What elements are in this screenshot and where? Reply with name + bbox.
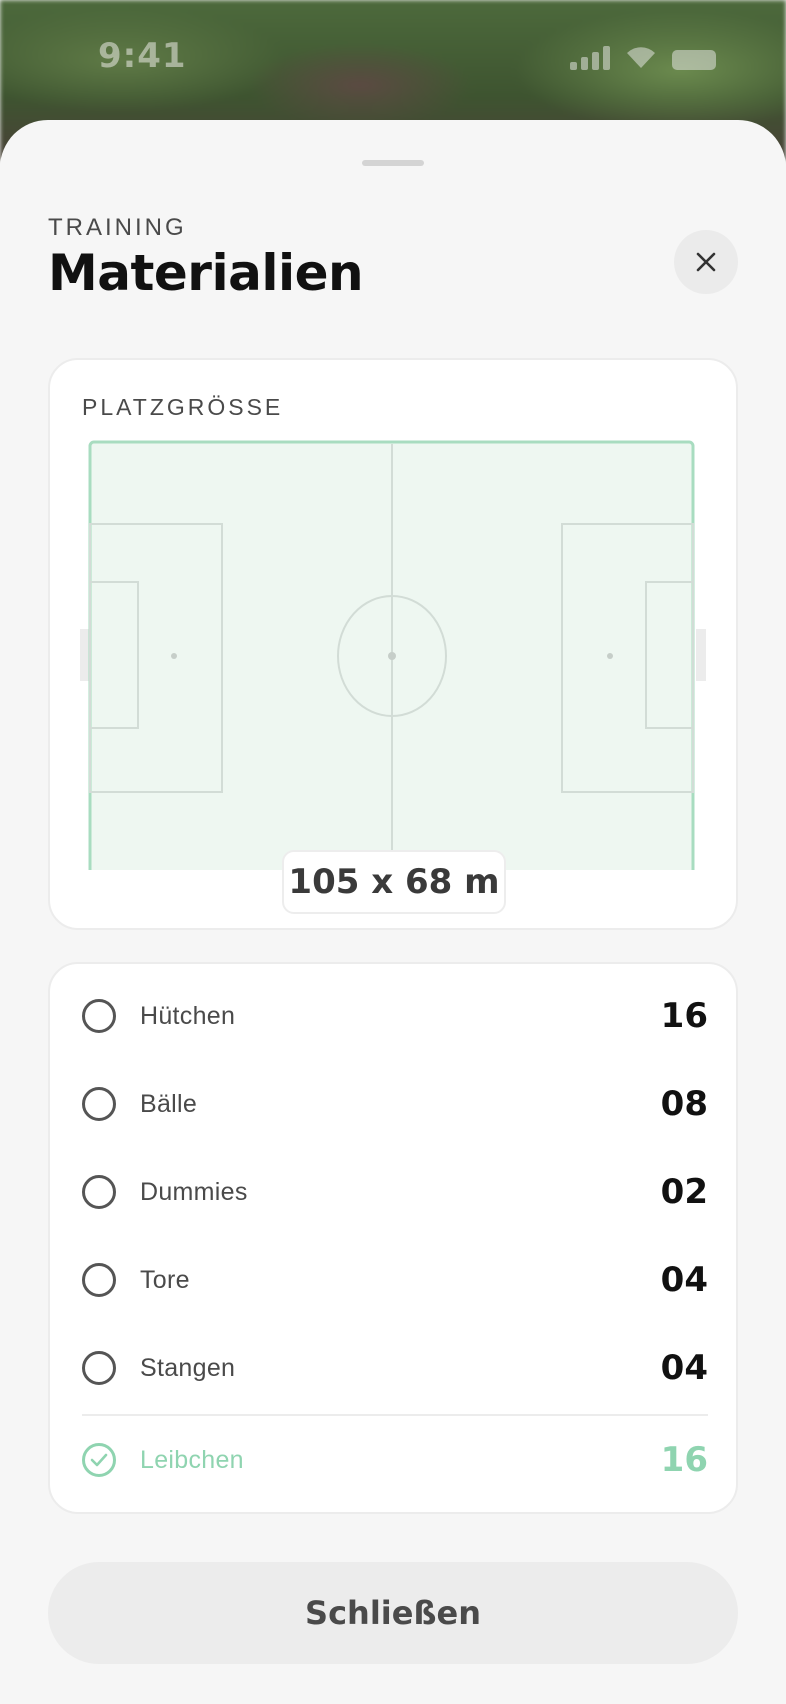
material-count: 02: [660, 1172, 708, 1212]
signal-icon: [570, 46, 610, 70]
radio-empty-icon[interactable]: [82, 1263, 116, 1297]
close-button[interactable]: [674, 230, 738, 294]
status-time: 9:41: [98, 36, 187, 76]
radio-empty-icon[interactable]: [82, 1175, 116, 1209]
list-item[interactable]: Stangen 04: [82, 1324, 708, 1412]
material-count: 16: [660, 1440, 708, 1480]
material-label: Bälle: [140, 1089, 198, 1118]
material-label: Tore: [140, 1265, 190, 1294]
pitch-size-card: PLATZGRÖSSE 105 x 68 m: [48, 358, 738, 930]
list-item[interactable]: Dummies 02: [82, 1148, 708, 1236]
close-sheet-button[interactable]: Schließen: [48, 1562, 738, 1664]
check-circle-icon[interactable]: [82, 1443, 116, 1477]
pitch-size-value: 105 x 68 m: [282, 850, 506, 914]
status-icons: [570, 44, 716, 70]
wifi-icon: [627, 47, 655, 68]
material-count: 04: [660, 1348, 708, 1388]
battery-icon: [672, 50, 716, 70]
material-count: 04: [660, 1260, 708, 1300]
list-item[interactable]: Bälle 08: [82, 1060, 708, 1148]
radio-empty-icon[interactable]: [82, 1087, 116, 1121]
sheet-drag-handle[interactable]: [362, 160, 424, 166]
material-count: 08: [660, 1084, 708, 1124]
pitch-size-label: PLATZGRÖSSE: [82, 394, 284, 420]
page-title: Materialien: [48, 244, 364, 302]
list-item[interactable]: Leibchen 16: [82, 1416, 708, 1504]
radio-empty-icon[interactable]: [82, 999, 116, 1033]
status-bar: 9:41: [0, 0, 786, 120]
right-goal: [696, 629, 706, 681]
material-label: Leibchen: [140, 1445, 244, 1474]
list-item[interactable]: Tore 04: [82, 1236, 708, 1324]
material-label: Stangen: [140, 1353, 236, 1382]
material-label: Dummies: [140, 1177, 248, 1206]
radio-empty-icon[interactable]: [82, 1351, 116, 1385]
bottom-sheet: TRAINING Materialien PLATZGRÖSSE 105 x 6…: [0, 120, 786, 1704]
material-label: Hütchen: [140, 1001, 236, 1030]
section-eyebrow: TRAINING: [48, 214, 187, 241]
materials-list-card: Hütchen 16 Bälle 08 Dummies 02 Tore 04 S…: [48, 962, 738, 1514]
close-icon: [696, 252, 716, 272]
list-item[interactable]: Hütchen 16: [82, 972, 708, 1060]
pitch-diagram: [80, 440, 706, 870]
material-count: 16: [660, 996, 708, 1036]
